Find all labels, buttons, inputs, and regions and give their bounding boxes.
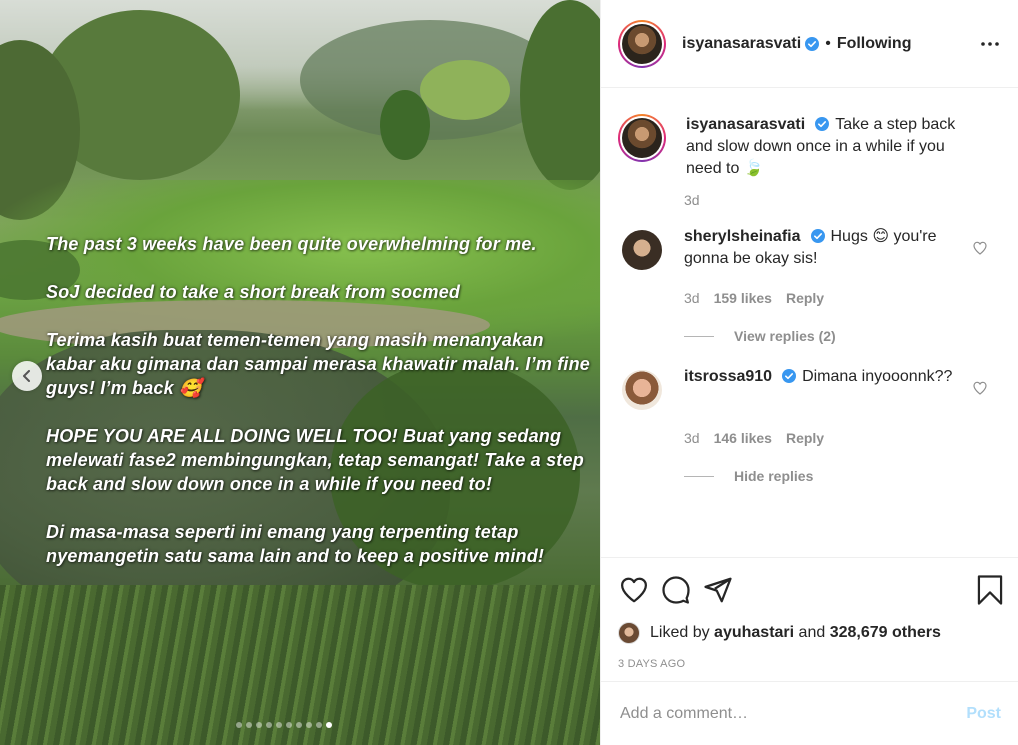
avatar-image [622,23,662,64]
story-line: The past 3 weeks have been quite overwhe… [46,234,537,254]
slide-dot [326,722,332,728]
slide-dot [306,722,312,728]
caption-body: isyanasarasvati Take a step back and slo… [686,114,978,180]
comment-age[interactable]: 3d [684,290,700,306]
smile-emoji: 😊 [872,228,889,245]
replies-label: Hide replies [734,468,814,484]
like-button[interactable] [618,574,650,606]
comment-body: itsrossa910 Dimana inyooonnk?? [684,366,976,388]
replies-label: View replies (2) [734,328,836,344]
comment-likes[interactable]: 146 likes [714,430,772,446]
commenter-avatar[interactable] [622,230,662,270]
likes-prefix: Liked by [650,624,710,641]
verified-badge-icon [815,117,830,131]
slide-dot [236,722,242,728]
post-comment-button[interactable]: Post [966,705,1001,723]
comment-item: sherylsheinafia Hugs 😊 you're gonna be o… [618,226,1002,274]
replies-line [684,335,714,337]
media-tree [380,90,430,160]
slide-dot [256,722,262,728]
comment-bubble-icon [662,576,690,604]
reply-button[interactable]: Reply [786,290,824,306]
story-line: Terima kasih buat temen-temen yang masih… [46,330,591,398]
more-options-button[interactable] [978,32,1002,56]
chevron-left-icon [23,370,30,382]
comment-likes[interactable]: 159 likes [714,290,772,306]
paper-plane-icon [704,577,732,603]
comment-username[interactable]: sherylsheinafia [684,228,801,245]
add-comment-bar: Post [601,681,1018,745]
share-button[interactable] [702,574,734,606]
comment-item: itsrossa910 Dimana inyooonnk?? [618,366,1002,414]
comment-button[interactable] [660,574,692,606]
slide-dot [246,722,252,728]
story-overlay-text: The past 3 weeks have been quite overwhe… [46,232,596,592]
liker-username[interactable]: ayuhastari [714,624,794,642]
author-username[interactable]: isyanasarasvati [682,35,801,53]
caption: isyanasarasvati Take a step back and slo… [618,114,1002,180]
more-dots-icon [981,41,999,46]
following-button[interactable]: Following [837,35,912,53]
slide-dot [266,722,272,728]
post-actions: Liked by ayuhastari and 328,679 others 3… [601,557,1018,681]
comment-meta: 3d 146 likes Reply [684,430,1002,446]
replies-line [684,475,714,477]
post-timestamp[interactable]: 3 DAYS AGO [618,658,1002,670]
story-line: Di masa-masa seperti ini emang yang terp… [46,522,545,566]
view-replies-button[interactable]: View replies (2) [684,328,1002,344]
likes-middle: and [798,624,826,641]
author-avatar[interactable] [618,19,666,68]
caption-age[interactable]: 3d [684,192,700,208]
comment-text: Hugs [830,228,868,245]
comment-input[interactable] [620,704,967,723]
avatar-image [622,118,662,158]
media-tree [420,60,510,120]
instagram-post: The past 3 weeks have been quite overwhe… [0,0,1018,745]
heart-icon [621,577,647,603]
slide-dot [316,722,322,728]
verified-badge-icon [810,229,825,243]
save-button[interactable] [974,574,1006,606]
post-header: isyanasarasvati • Following [601,0,1018,88]
story-line: SoJ decided to take a short break from s… [46,282,461,302]
slide-dot [276,722,282,728]
like-comment-icon[interactable] [972,240,988,256]
reply-button[interactable]: Reply [786,430,824,446]
slide-dot [296,722,302,728]
hide-replies-button[interactable]: Hide replies [684,468,1002,484]
story-line: HOPE YOU ARE ALL DOING WELL TOO! Buat ya… [46,426,584,494]
slide-indicator [236,722,332,728]
comment-age[interactable]: 3d [684,430,700,446]
caption-username[interactable]: isyanasarasvati [686,116,805,133]
separator-dot: • [825,34,831,52]
caption-meta: 3d [684,192,1002,208]
comment-body: sherylsheinafia Hugs 😊 you're gonna be o… [684,226,976,270]
likes-others[interactable]: 328,679 others [830,624,941,642]
bookmark-icon [977,575,1003,605]
previous-slide-button[interactable] [12,361,42,391]
verified-badge-icon [805,36,820,51]
post-media[interactable]: The past 3 weeks have been quite overwhe… [0,0,600,745]
comment-meta: 3d 159 likes Reply [684,290,1002,306]
leaf-emoji: 🍃 [743,160,764,177]
action-row [618,572,1003,608]
comment-text: Dimana inyooonnk?? [802,368,953,385]
comment-username[interactable]: itsrossa910 [684,368,772,385]
liker-avatar[interactable] [618,622,640,644]
post-sidebar: isyanasarasvati • Following isyanasarasv… [600,0,1018,745]
likes-summary: Liked by ayuhastari and 328,679 others [618,622,1002,644]
media-grass [0,585,600,745]
like-comment-icon[interactable] [972,380,988,396]
comments-section[interactable]: isyanasarasvati Take a step back and slo… [601,88,1018,557]
slide-dot [286,722,292,728]
verified-badge-icon [782,369,797,383]
header-user: isyanasarasvati • Following [682,35,911,53]
caption-avatar[interactable] [618,114,666,162]
commenter-avatar[interactable] [622,370,662,410]
